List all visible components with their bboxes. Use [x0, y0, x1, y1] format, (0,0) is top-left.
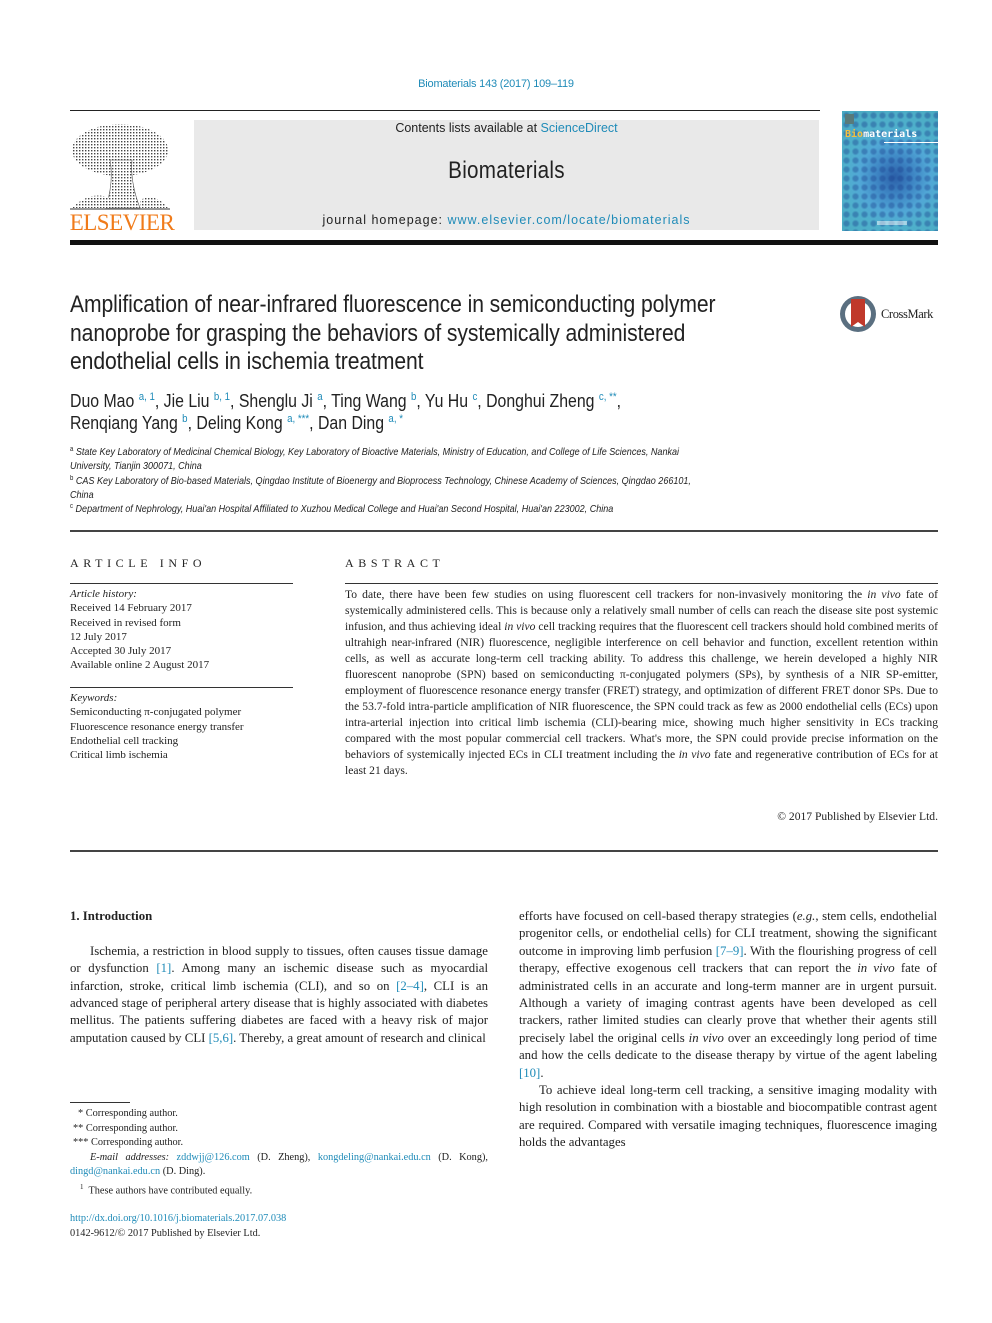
section-rule	[70, 850, 938, 852]
homepage-line: journal homepage: www.elsevier.com/locat…	[322, 213, 691, 227]
citation-link[interactable]: [10]	[519, 1066, 540, 1080]
journal-banner: Contents lists available at ScienceDirec…	[194, 120, 819, 230]
email-link[interactable]: dingd@nankai.edu.cn	[70, 1166, 160, 1177]
abstract-heading: ABSTRACT	[345, 556, 445, 570]
info-rule	[70, 687, 293, 688]
cover-footer-mark	[877, 221, 907, 225]
elsevier-logo: ELSEVIER	[68, 118, 175, 236]
journal-homepage-link[interactable]: www.elsevier.com/locate/biomaterials	[448, 213, 691, 227]
journal-ref-text[interactable]: Biomaterials 143 (2017) 109–119	[418, 78, 574, 90]
crossmark-icon	[840, 296, 876, 332]
footnote-rule	[70, 1102, 130, 1103]
author[interactable]: Renqiang Yang b	[70, 413, 188, 433]
author-list: Duo Mao a, 1, Jie Liu b, 1, Shenglu Ji a…	[70, 391, 622, 433]
article-title: Amplification of near-infrared fluoresce…	[70, 291, 716, 375]
elsevier-tree-icon	[70, 124, 170, 210]
keywords-label: Keywords:	[70, 692, 118, 704]
footnote-equal-contribution: 1 These authors have contributed equally…	[80, 1182, 253, 1197]
abstract-copyright: © 2017 Published by Elsevier Ltd.	[777, 810, 938, 823]
author[interactable]: Jie Liu b, 1	[164, 391, 230, 411]
history-item: Accepted 30 July 2017	[70, 645, 172, 658]
crossmark-button[interactable]: CrossMark	[840, 296, 940, 336]
history-item: Available online 2 August 2017	[70, 659, 210, 672]
cover-title: Biomaterials	[845, 129, 918, 140]
body-column-right: efforts have focused on cell-based thera…	[519, 908, 937, 1152]
email-link[interactable]: zddwjj@126.com	[177, 1152, 250, 1163]
issn-line: 0142-9612/© 2017 Published by Elsevier L…	[70, 1228, 261, 1239]
journal-cover-image[interactable]: Biomaterials	[842, 111, 938, 231]
section-heading: 1. Introduction	[70, 909, 153, 923]
paragraph: Ischemia, a restriction in blood supply …	[70, 943, 489, 1045]
abstract-rule	[345, 583, 938, 584]
paragraph: To achieve ideal long-term cell tracking…	[519, 1083, 937, 1150]
history-item: Received in revised form	[70, 616, 181, 629]
keywords: Keywords: Semiconducting π-conjugated po…	[70, 691, 300, 762]
keyword: Endothelial cell tracking	[70, 734, 179, 747]
history-item: 12 July 2017	[70, 630, 127, 643]
journal-name: Biomaterials	[448, 157, 565, 184]
header-thick-rule	[70, 240, 938, 245]
elsevier-wordmark: ELSEVIER	[69, 210, 175, 235]
cover-elsevier-badge	[845, 114, 854, 124]
crossmark-label: CrossMark	[881, 307, 933, 321]
keyword: Critical limb ischemia	[70, 749, 168, 762]
doi-link[interactable]: http://dx.doi.org/10.1016/j.biomaterials…	[70, 1213, 286, 1224]
section-rule	[70, 530, 938, 532]
body-column-left: 1. Introduction Ischemia, a restriction …	[70, 908, 488, 1047]
info-rule	[70, 583, 293, 584]
email-link[interactable]: kongdeling@nankai.edu.cn	[318, 1152, 431, 1163]
author[interactable]: Yu Hu c	[425, 391, 477, 411]
keyword: Fluorescence resonance energy transfer	[70, 720, 244, 733]
citation-link[interactable]: [2–4]	[396, 979, 424, 993]
footnote-corresponding: * Corresponding author.	[78, 1108, 178, 1119]
affiliation-c: c Department of Nephrology, Huai'an Hosp…	[70, 503, 614, 515]
footnote-emails: E-mail addresses: zddwjj@126.com (D. Zhe…	[70, 1151, 488, 1178]
affiliation-b: b CAS Key Laboratory of Bio-based Materi…	[70, 475, 691, 501]
journal-reference-link[interactable]: Biomaterials 143 (2017) 109–119	[0, 78, 992, 90]
footnote-corresponding: *** Corresponding author.	[73, 1137, 184, 1149]
cover-rule	[884, 142, 938, 143]
doi-block: http://dx.doi.org/10.1016/j.biomaterials…	[70, 1211, 488, 1241]
author[interactable]: Donghui Zheng c, **	[486, 391, 617, 411]
author[interactable]: Duo Mao a, 1	[70, 391, 155, 411]
citation-link[interactable]: [1]	[156, 961, 171, 975]
article-history: Article history: Received 14 February 20…	[70, 587, 300, 673]
article-info-heading: ARTICLE INFO	[70, 556, 207, 570]
citation-link[interactable]: [5,6]	[209, 1031, 234, 1045]
citation-link[interactable]: [7–9]	[716, 944, 744, 958]
footnote-corresponding: ** Corresponding author.	[73, 1122, 178, 1134]
keyword: Semiconducting π-conjugated polymer	[70, 706, 242, 719]
author[interactable]: Ting Wang b	[331, 391, 416, 411]
footnotes: * Corresponding author. ** Corresponding…	[70, 1107, 488, 1199]
author[interactable]: Deling Kong a, ***	[196, 413, 309, 433]
header-rule	[70, 110, 820, 111]
abstract-text: To date, there have been few studies on …	[345, 588, 938, 777]
author[interactable]: Dan Ding a, *	[318, 413, 403, 433]
author[interactable]: Shenglu Ji a	[239, 391, 323, 411]
contents-line: Contents lists available at ScienceDirec…	[395, 121, 618, 135]
history-item: Received 14 February 2017	[70, 602, 192, 615]
affiliation-a: a State Key Laboratory of Medicinal Chem…	[70, 446, 680, 472]
sciencedirect-link[interactable]: ScienceDirect	[541, 121, 618, 135]
paragraph: efforts have focused on cell-based thera…	[519, 909, 937, 1080]
history-label: Article history:	[70, 588, 137, 600]
